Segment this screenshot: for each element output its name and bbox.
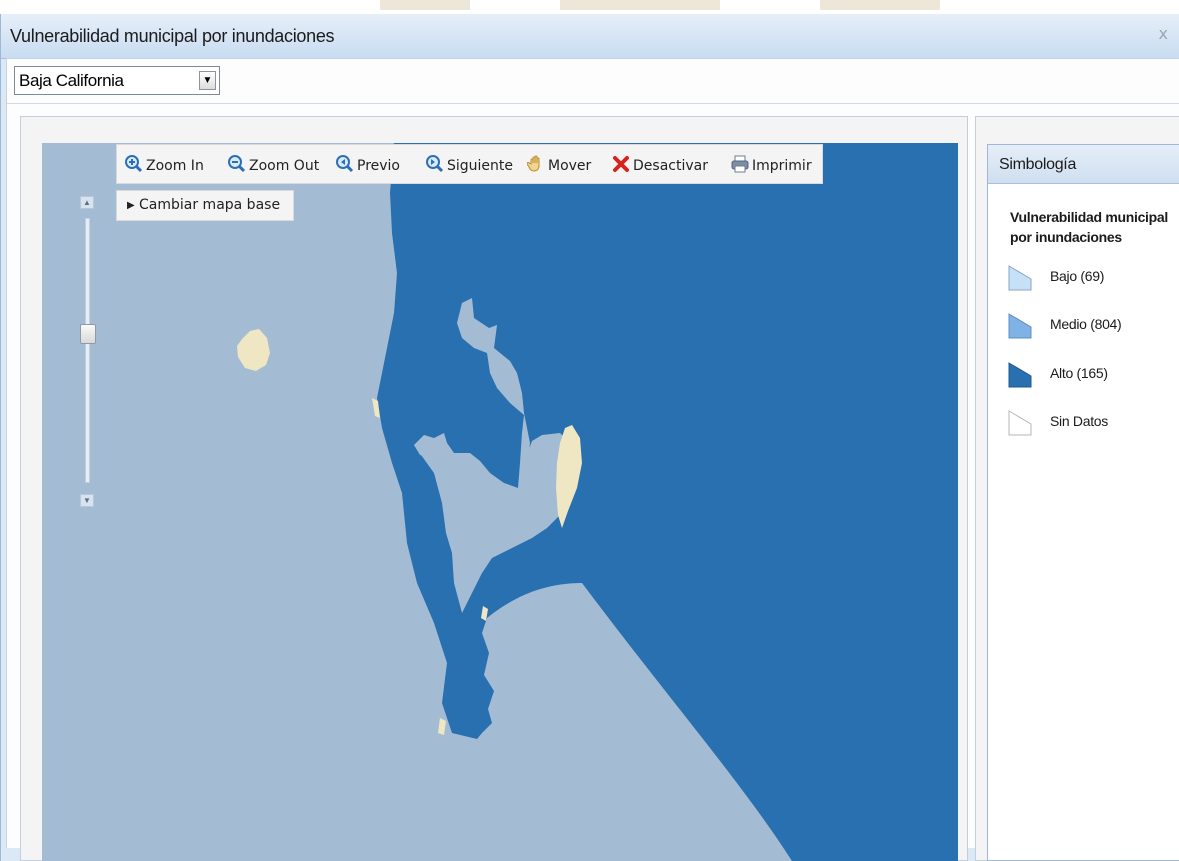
legend-item-label: Sin Datos (1050, 413, 1108, 429)
print-button[interactable]: Imprimir (731, 155, 812, 174)
previous-button[interactable]: Previo (336, 155, 400, 174)
next-button[interactable]: Siguiente (426, 155, 513, 174)
background-strip (0, 0, 1179, 14)
zoom-out-icon (228, 155, 246, 173)
caret-right-icon: ▶ (127, 200, 135, 211)
legend-item-alto: Alto (165) (1008, 362, 1178, 388)
legend-swatch (1008, 265, 1032, 291)
map-toolbar: Zoom In Zoom Out Previo Siguiente Mover … (116, 144, 823, 184)
zoom-out-button[interactable]: Zoom Out (228, 155, 319, 174)
legend-item-label: Bajo (69) (1050, 268, 1105, 284)
zoom-slider[interactable]: ▲ ▼ (80, 196, 96, 508)
previous-icon (336, 155, 354, 173)
state-select-value: Baja California (19, 71, 124, 90)
legend-item-medio: Medio (804) (1008, 313, 1178, 339)
legend-swatch (1008, 362, 1032, 388)
legend-header[interactable]: Simbología (988, 145, 1179, 184)
previous-label: Previo (357, 158, 400, 174)
legend-swatch (1008, 410, 1032, 436)
chevron-down-icon[interactable]: ▼ (199, 71, 216, 90)
dialog-title: Vulnerabilidad municipal por inundacione… (10, 26, 335, 46)
hand-icon (527, 155, 540, 172)
basemap-label: Cambiar mapa base (139, 197, 281, 213)
zoom-in-button[interactable]: Zoom In (125, 155, 204, 174)
zoom-in-icon (125, 155, 143, 173)
swatch-shape (1008, 313, 1032, 339)
divider (7, 103, 1179, 104)
legend-swatch (1008, 313, 1032, 339)
deactivate-label: Desactivar (633, 158, 708, 174)
map-canvas[interactable] (42, 143, 958, 861)
zoom-out-label: Zoom Out (249, 158, 320, 174)
legend-header-title: Simbología (999, 156, 1077, 173)
legend-panel: Simbología Vulnerabilidad municipal por … (987, 144, 1179, 861)
zoom-thumb[interactable] (80, 324, 96, 344)
zoom-up-icon[interactable]: ▲ (80, 196, 94, 209)
pan-label: Mover (548, 158, 592, 174)
swatch-shape (1008, 265, 1032, 291)
legend-title: Vulnerabilidad municipal por inundacione… (1010, 209, 1168, 245)
close-icon[interactable]: x (1159, 24, 1168, 43)
close-icon (613, 156, 629, 172)
pan-button[interactable]: Mover (527, 155, 591, 174)
legend-item-label: Alto (165) (1050, 365, 1108, 381)
basemap-toggle[interactable]: ▶ Cambiar mapa base (116, 190, 294, 221)
state-select[interactable]: Baja California ▼ (14, 66, 220, 95)
legend-item-bajo: Bajo (69) (1008, 265, 1178, 291)
zoom-down-icon[interactable]: ▼ (80, 494, 94, 507)
dialog-titlebar[interactable]: Vulnerabilidad municipal por inundacione… (1, 14, 1179, 59)
next-icon (426, 155, 444, 173)
legend-item-sin-datos: Sin Datos (1008, 410, 1178, 436)
print-label: Imprimir (752, 158, 812, 174)
next-label: Siguiente (447, 158, 514, 174)
zoom-in-label: Zoom In (146, 158, 204, 174)
deactivate-button[interactable]: Desactivar (612, 155, 708, 174)
printer-icon (731, 155, 749, 173)
swatch-shape (1008, 410, 1032, 436)
map-layer (42, 143, 958, 861)
legend-item-label: Medio (804) (1050, 316, 1122, 332)
zoom-track[interactable] (85, 218, 90, 483)
swatch-shape (1008, 362, 1032, 388)
